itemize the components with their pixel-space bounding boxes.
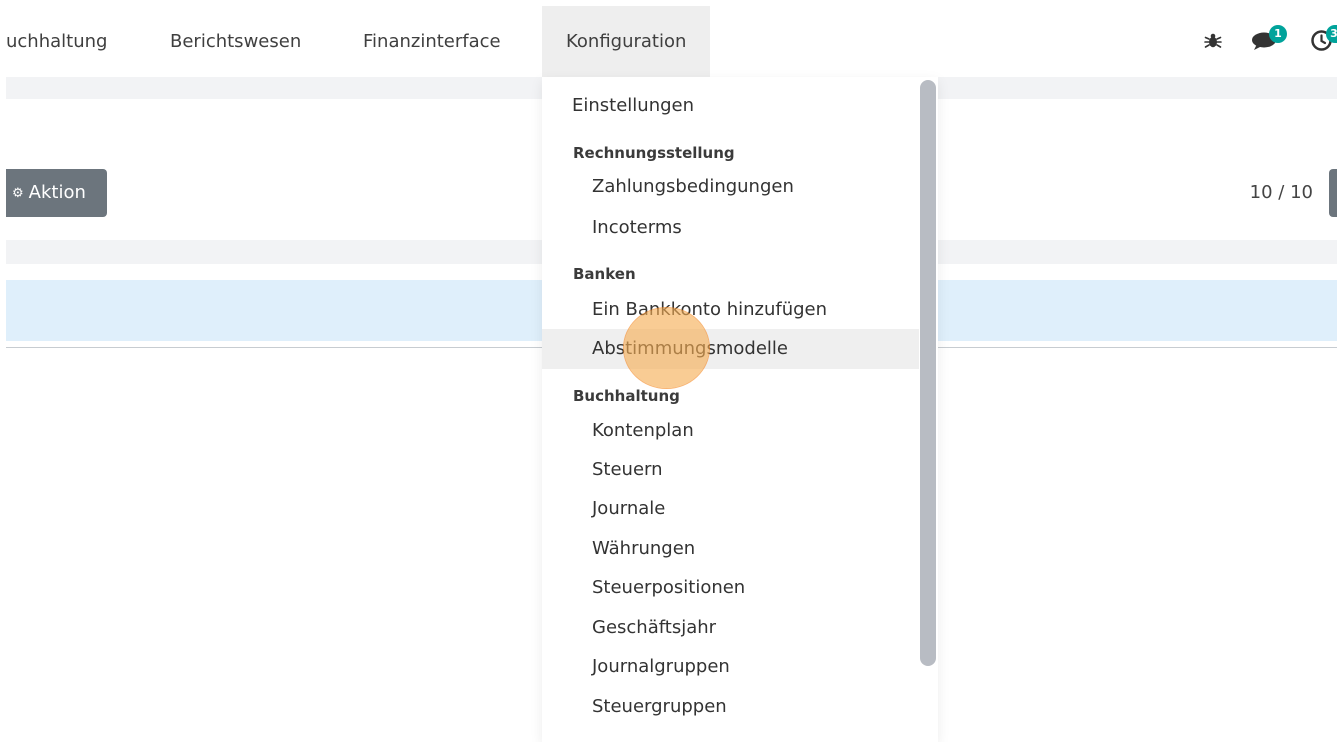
menu-item-bankkonto-hinzufuegen[interactable]: Ein Bankkonto hinzufügen xyxy=(542,290,938,330)
top-navigation-bar: uchhaltung Berichtswesen Finanzinterface… xyxy=(6,6,1337,77)
menu-item-journalgruppen[interactable]: Journalgruppen xyxy=(542,647,938,687)
nav-item-berichtswesen[interactable]: Berichtswesen xyxy=(170,6,301,77)
nav-item-konfiguration[interactable]: Konfiguration xyxy=(542,6,711,77)
menu-item-zahlungsbedingungen[interactable]: Zahlungsbedingungen xyxy=(542,167,938,207)
menu-item-steuerpositionen[interactable]: Steuerpositionen xyxy=(542,568,938,608)
nav-item-buchhaltung[interactable]: uchhaltung xyxy=(6,6,107,77)
app-window: uchhaltung Berichtswesen Finanzinterface… xyxy=(6,6,1337,742)
menu-item-einstellungen[interactable]: Einstellungen xyxy=(542,86,938,126)
action-button[interactable]: ⚙ Aktion xyxy=(6,169,107,217)
configuration-dropdown-menu: Einstellungen Rechnungsstellung Zahlungs… xyxy=(542,77,938,742)
menu-item-geschaeftsjahr[interactable]: Geschäftsjahr xyxy=(542,608,938,648)
gear-icon: ⚙ xyxy=(12,186,24,201)
bug-icon[interactable] xyxy=(1203,31,1223,51)
nav-item-finanzinterface[interactable]: Finanzinterface xyxy=(363,6,501,77)
menu-item-journale[interactable]: Journale xyxy=(542,489,938,529)
menu-item-kontenplan[interactable]: Kontenplan xyxy=(542,411,938,451)
menu-header-banken: Banken xyxy=(573,265,636,283)
dropdown-scrollbar-thumb[interactable] xyxy=(920,80,936,666)
menu-item-waehrungen[interactable]: Währungen xyxy=(542,529,938,569)
activity-badge: 3 xyxy=(1326,25,1337,43)
action-button-label: Aktion xyxy=(28,182,86,203)
menu-header-buchhaltung: Buchhaltung xyxy=(573,387,680,405)
pager-counter[interactable]: 10 / 10 xyxy=(1250,169,1313,217)
menu-header-rechnungsstellung: Rechnungsstellung xyxy=(573,144,735,162)
menu-item-incoterms[interactable]: Incoterms xyxy=(542,208,938,248)
messages-badge: 1 xyxy=(1269,25,1287,43)
menu-item-steuergruppen[interactable]: Steuergruppen xyxy=(542,687,938,727)
menu-item-steuern[interactable]: Steuern xyxy=(542,450,938,490)
menu-item-abstimmungsmodelle[interactable]: Abstimmungsmodelle xyxy=(542,329,938,369)
pager-previous-button[interactable] xyxy=(1329,169,1337,217)
